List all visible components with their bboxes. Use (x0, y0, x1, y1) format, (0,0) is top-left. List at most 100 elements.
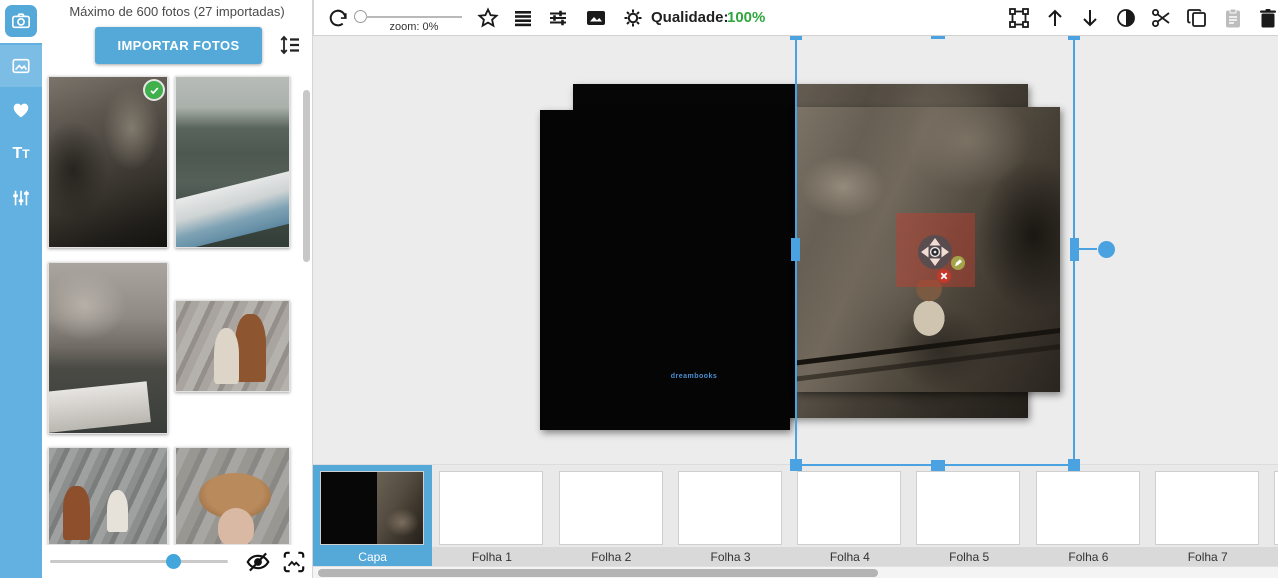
photo-library-panel: Máximo de 600 fotos (27 importadas) IMPO… (42, 0, 313, 578)
bring-forward-button[interactable] (1044, 7, 1066, 29)
filmstrip-page-thumb (1036, 471, 1140, 545)
filmstrip-page-label: Capa (313, 547, 432, 566)
check-icon (149, 85, 160, 96)
selection-frame[interactable] (795, 33, 1075, 466)
filmstrip-page-label: Folha 6 (1029, 547, 1148, 566)
quality-label: Qualidade: (651, 0, 729, 36)
filmstrip-page[interactable]: Capa (313, 465, 432, 566)
adjust-sliders-icon (11, 188, 31, 208)
filmstrip-page-thumb (797, 471, 901, 545)
transform-icon (1008, 7, 1030, 29)
zoom-level-label: zoom: 0% (362, 21, 466, 33)
cut-button[interactable] (1150, 7, 1172, 29)
design-canvas[interactable]: dreambooks (313, 36, 1278, 464)
paste-icon (1222, 7, 1244, 29)
library-photo-thumbnail[interactable] (175, 76, 290, 248)
photo-counter: Máximo de 600 fotos (27 importadas) (42, 4, 312, 19)
sidebar-item-adjust[interactable] (0, 177, 42, 219)
arrow-down-icon (1079, 7, 1101, 29)
brand-logo: dreambooks (658, 373, 730, 380)
filmstrip-page-label: Folha 7 (1148, 547, 1267, 566)
library-photo-thumbnail[interactable] (175, 447, 290, 545)
adjust-sliders-icon (547, 7, 569, 29)
filmstrip-page-label: Folha 5 (909, 547, 1028, 566)
filmstrip-page[interactable]: Folha 4 (790, 465, 909, 566)
paste-button[interactable] (1222, 7, 1244, 29)
text-Tt-icon: TT (12, 145, 29, 163)
contrast-icon (1115, 7, 1137, 29)
filmstrip-page[interactable]: Folha 1 (432, 465, 551, 566)
black-photo-layer[interactable]: dreambooks (540, 110, 790, 430)
layouts-menu-button[interactable] (512, 7, 534, 29)
eye-off-icon (245, 549, 271, 575)
cover-thumb-rock (377, 472, 423, 544)
selection-handle-mid-left[interactable] (791, 238, 800, 261)
selection-handle-bottom-left[interactable] (790, 459, 802, 471)
filmstrip-page-label: Folha 3 (671, 547, 790, 566)
transform-button[interactable] (1008, 7, 1030, 29)
filmstrip-page[interactable]: Folha 7 (1148, 465, 1267, 566)
settings-gear-button[interactable] (622, 7, 644, 29)
thumbnail-size-slider[interactable] (50, 560, 228, 563)
camera-app-button[interactable] (5, 5, 37, 37)
send-backward-button[interactable] (1079, 7, 1101, 29)
filmstrip-page-thumb (678, 471, 782, 545)
library-photo-thumbnail[interactable] (48, 76, 168, 248)
pages-filmstrip: Capa Folha 1 Folha 2 Folha 3 Folha 4 Fol… (313, 464, 1278, 566)
rotate-icon (327, 7, 349, 29)
arrow-up-icon (1044, 7, 1066, 29)
zoom-slider-track[interactable] (366, 16, 462, 18)
photo-panel-scrollbar[interactable] (303, 90, 310, 262)
editor-toolbar: zoom: 0% Qual (313, 0, 1278, 36)
filmstrip-page-thumb (1155, 471, 1259, 545)
hide-used-photos-button[interactable] (245, 549, 271, 575)
cover-thumb-black (321, 472, 377, 544)
filmstrip-page-thumb (559, 471, 663, 545)
library-photo-thumbnail[interactable] (175, 300, 290, 392)
filmstrip-page-label: Folha 2 (552, 547, 671, 566)
background-image-button[interactable] (585, 7, 607, 29)
photos-image-icon (11, 56, 31, 76)
image-icon (585, 7, 607, 29)
filmstrip-scrollbar-thumb[interactable] (318, 569, 878, 577)
filmstrip-page[interactable]: Folha 2 (552, 465, 671, 566)
adjust-settings-button[interactable] (547, 7, 569, 29)
rotate-button[interactable] (327, 7, 349, 29)
library-photo-thumbnail[interactable] (48, 262, 168, 434)
rotation-handle-line (1077, 248, 1097, 250)
filmstrip-page[interactable]: Folha 3 (671, 465, 790, 566)
sidebar-item-text[interactable]: TT (0, 133, 42, 175)
image-frame-icon (281, 549, 307, 575)
filmstrip-page-label: Folha 4 (790, 547, 909, 566)
trash-icon (1257, 7, 1278, 29)
delete-button[interactable] (1257, 7, 1278, 29)
filmstrip-page[interactable]: Folha 6 (1029, 465, 1148, 566)
sidebar-item-photos[interactable] (0, 45, 42, 87)
camera-icon (11, 11, 31, 31)
sidebar-item-favorites[interactable] (0, 89, 42, 131)
selection-handle-bottom-right[interactable] (1068, 459, 1080, 471)
scissors-icon (1150, 7, 1172, 29)
filmstrip-page-thumb (1274, 471, 1278, 545)
star-icon (477, 7, 499, 29)
contrast-button[interactable] (1115, 7, 1137, 29)
favorite-star-button[interactable] (477, 7, 499, 29)
thumbnail-size-slider-handle[interactable] (166, 554, 181, 569)
imported-check-badge (145, 81, 163, 99)
import-photos-button[interactable]: IMPORTAR FOTOS (95, 27, 262, 64)
selection-handle-bottom-mid[interactable] (931, 460, 945, 471)
photo-panel-footer (42, 545, 312, 578)
photobook-editor: TT Máximo de 600 fotos (27 importadas) I… (0, 0, 1278, 578)
filmstrip-scrollbar-track[interactable] (313, 566, 1278, 578)
sort-order-button[interactable] (277, 33, 303, 59)
copy-button[interactable] (1186, 7, 1208, 29)
filmstrip-page[interactable]: Folha 5 (909, 465, 1028, 566)
filmstrip-page-thumb (439, 471, 543, 545)
library-photo-thumbnail[interactable] (48, 447, 168, 545)
filmstrip-page-thumb (916, 471, 1020, 545)
heart-icon (11, 100, 31, 120)
gear-icon (622, 7, 644, 29)
filmstrip-page[interactable] (1267, 465, 1278, 566)
rotation-handle[interactable] (1098, 241, 1115, 258)
photo-placeholder-button[interactable] (281, 549, 307, 575)
